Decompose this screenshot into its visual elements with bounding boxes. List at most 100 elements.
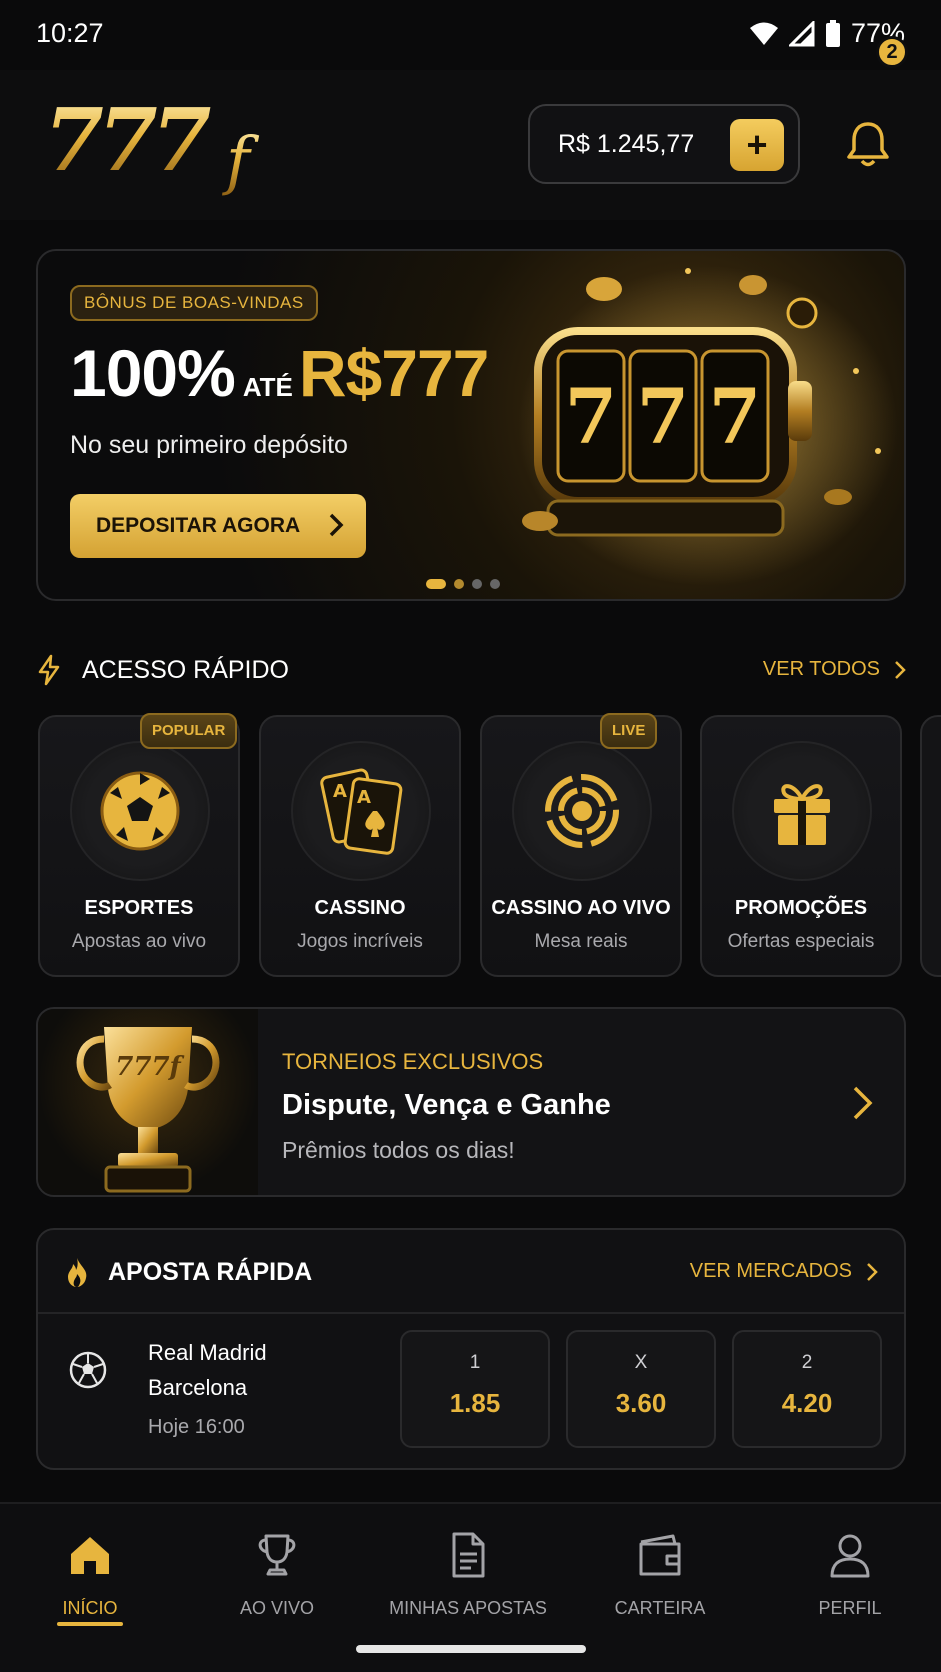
trophy-illustration: 777f <box>38 1009 258 1195</box>
svg-text:f: f <box>222 124 260 198</box>
quick-access-next-card[interactable] <box>920 715 941 977</box>
carousel-dot[interactable] <box>454 579 464 589</box>
nav-profile[interactable]: PERFIL <box>760 1526 940 1636</box>
slot-reel-3: 7 <box>709 372 762 461</box>
welcome-bonus-banner[interactable]: BÔNUS DE BOAS-VINDAS 100% ATÉR$777 No seu… <box>36 249 906 601</box>
nav-wallet[interactable]: CARTEIRA <box>570 1526 750 1636</box>
odd-value: 4.20 <box>781 1388 833 1418</box>
svg-text:A: A <box>357 787 371 808</box>
notification-badge: 2 <box>876 36 908 68</box>
fire-icon <box>68 1258 87 1287</box>
quick-bet-header: APOSTA RÁPIDA VER MERCADOS <box>38 1230 904 1314</box>
soccer-ball-icon <box>69 1351 107 1389</box>
wifi-icon <box>749 22 778 45</box>
signal-icon <box>788 20 815 46</box>
odd-home-button[interactable]: 1 1.85 <box>400 1330 550 1448</box>
live-casino-icon-circle <box>512 741 652 881</box>
carousel-dot[interactable] <box>426 579 446 589</box>
bonus-amount: R$777 <box>298 336 489 410</box>
user-icon <box>830 1534 870 1578</box>
slot-machine-illustration: 7 7 7 <box>518 266 898 586</box>
bonus-headline: 100% ATÉR$777 <box>70 335 489 411</box>
nav-live[interactable]: AO VIVO <box>187 1526 367 1636</box>
casino-label: CASSINO <box>314 897 406 919</box>
bonus-percent: 100% <box>70 336 236 410</box>
quick-bet-card: APOSTA RÁPIDA VER MERCADOS Real Madrid B… <box>36 1228 906 1470</box>
quick-access-casino[interactable]: A A CASSINO Jogos incríveis <box>259 715 461 977</box>
chevron-right-icon <box>329 513 344 537</box>
nav-my-bets[interactable]: MINHAS APOSTAS <box>378 1526 558 1636</box>
document-icon <box>452 1532 485 1578</box>
match-time: Hoje 16:00 <box>148 1416 245 1438</box>
live-broadcast-icon <box>545 774 619 848</box>
brand-logo[interactable]: 777 f <box>40 90 300 200</box>
nav-label: CARTEIRA <box>614 1598 706 1618</box>
live-badge: LIVE <box>600 713 658 749</box>
tournament-subtitle: Prêmios todos os dias! <box>282 1137 515 1163</box>
status-time: 10:27 <box>36 18 104 48</box>
balance-box[interactable]: R$ 1.245,77 + <box>528 104 800 184</box>
promotions-desc: Ofertas especiais <box>727 931 875 952</box>
status-bar: 10:27 77% <box>0 0 941 70</box>
balance-amount: R$ 1.245,77 <box>558 130 695 158</box>
deposit-plus-button[interactable]: + <box>730 119 784 171</box>
nav-label: MINHAS APOSTAS <box>389 1598 547 1618</box>
playing-cards-icon: A A <box>320 768 403 855</box>
tournament-title: Dispute, Vença e Ganhe <box>282 1089 611 1121</box>
casino-desc: Jogos incríveis <box>297 931 423 952</box>
casino-icon-circle: A A <box>291 741 431 881</box>
tournaments-banner[interactable]: 777f TORNEIOS EXCLUSIVOS Dispute, Vença … <box>36 1007 906 1197</box>
svg-text:A: A <box>333 781 347 802</box>
odd-key: 2 <box>801 1352 813 1373</box>
bell-icon[interactable] <box>842 118 894 170</box>
bonus-tag: BÔNUS DE BOAS-VINDAS <box>70 285 318 321</box>
nav-label: AO VIVO <box>239 1598 315 1618</box>
see-markets-label: VER MERCADOS <box>689 1260 852 1282</box>
soccer-ball-icon <box>100 771 180 851</box>
quick-bet-title: APOSTA RÁPIDA <box>108 1258 313 1286</box>
slot-reel-1: 7 <box>565 372 618 461</box>
popular-badge: POPULAR <box>140 713 238 749</box>
nav-home[interactable]: INÍCIO <box>0 1526 180 1636</box>
slot-reel-2: 7 <box>637 372 690 461</box>
see-markets-link[interactable]: VER MERCADOS <box>690 1260 878 1283</box>
battery-icon <box>825 19 840 47</box>
odd-value: 1.85 <box>449 1388 501 1418</box>
see-all-link[interactable]: VER TODOS <box>763 658 906 681</box>
active-tab-indicator <box>57 1622 123 1626</box>
odd-value: 3.60 <box>615 1388 667 1418</box>
odd-key: X <box>634 1352 648 1373</box>
quick-access-promotions[interactable]: PROMOÇÕES Ofertas especiais <box>700 715 902 977</box>
sports-icon-circle <box>70 741 210 881</box>
svg-text:777: 777 <box>44 90 211 191</box>
see-all-label: VER TODOS <box>762 658 880 680</box>
deposit-now-button[interactable]: DEPOSITAR AGORA <box>70 494 366 558</box>
trophy-icon <box>258 1534 296 1576</box>
carousel-dot[interactable] <box>472 579 482 589</box>
chevron-right-icon <box>853 1086 873 1120</box>
odd-away-button[interactable]: 2 4.20 <box>732 1330 882 1448</box>
carousel-dot[interactable] <box>490 579 500 589</box>
tournament-kicker: TORNEIOS EXCLUSIVOS <box>282 1049 544 1074</box>
nav-label: INÍCIO <box>62 1598 118 1618</box>
trophy-logo-text: 777f <box>115 1052 184 1082</box>
away-team: Barcelona <box>148 1375 248 1400</box>
home-icon <box>71 1537 109 1574</box>
odd-draw-button[interactable]: X 3.60 <box>566 1330 716 1448</box>
promotions-label: PROMOÇÕES <box>734 897 868 919</box>
quick-access-sports[interactable]: ESPORTES Apostas ao vivo POPULAR <box>38 713 240 977</box>
live-casino-label: CASSINO AO VIVO <box>491 897 671 919</box>
promotions-icon-circle <box>732 741 872 881</box>
chevron-right-icon <box>895 660 906 679</box>
live-casino-desc: Mesa reais <box>534 931 628 952</box>
quick-access-live-casino[interactable]: CASSINO AO VIVO Mesa reais LIVE <box>480 713 682 977</box>
lightning-icon <box>38 654 60 686</box>
carousel-dots[interactable] <box>426 579 500 589</box>
home-indicator[interactable] <box>356 1645 586 1653</box>
odd-key: 1 <box>469 1352 481 1373</box>
bonus-subtitle: No seu primeiro depósito <box>70 431 348 459</box>
gift-icon <box>774 784 830 845</box>
nav-label: PERFIL <box>818 1598 882 1618</box>
sports-label: ESPORTES <box>84 897 194 919</box>
deposit-now-label: DEPOSITAR AGORA <box>96 514 301 537</box>
